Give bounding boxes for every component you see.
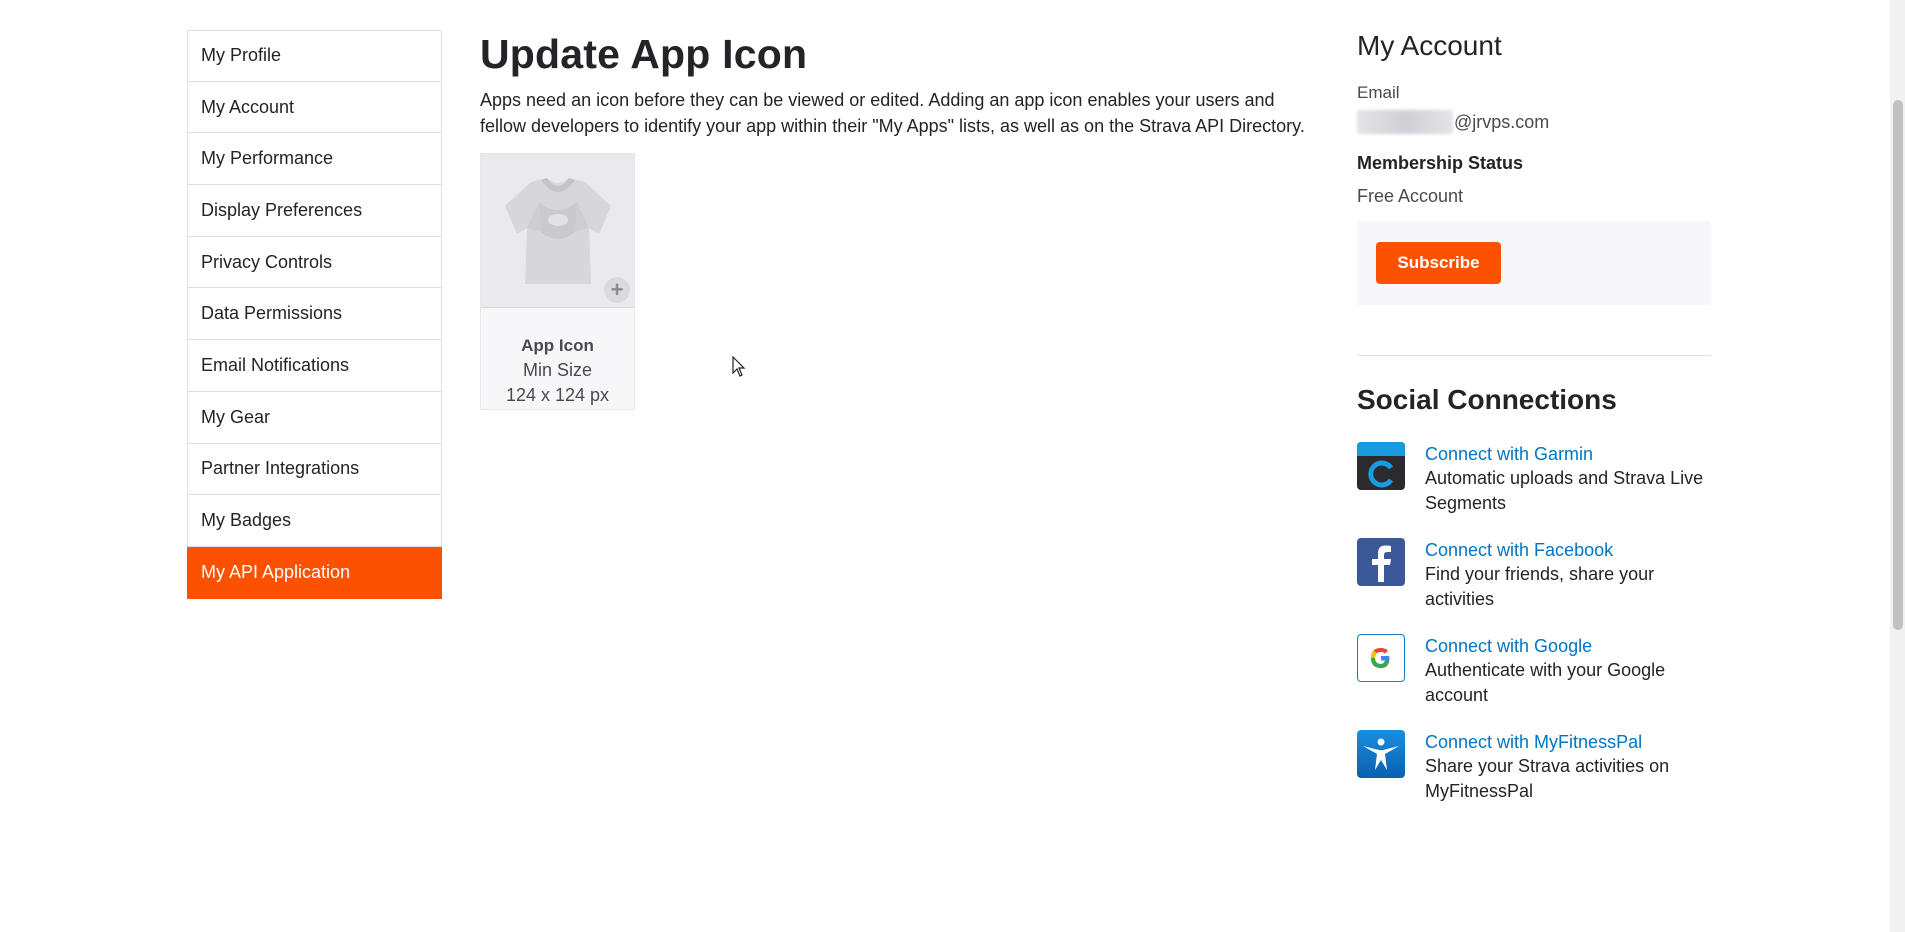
connection-myfitnesspal: Connect with MyFitnessPal Share your Str… <box>1357 730 1711 804</box>
sidebar-item-my-profile[interactable]: My Profile <box>187 30 442 82</box>
my-account-title: My Account <box>1357 30 1502 61</box>
min-size-label: Min Size <box>522 360 593 380</box>
app-icon-upload-card[interactable]: + App Icon Min Size 124 x 124 px <box>480 153 635 410</box>
sidebar-item-email-notifications[interactable]: Email Notifications <box>187 340 442 392</box>
connect-myfitnesspal-link[interactable]: Connect with MyFitnessPal <box>1425 730 1711 754</box>
connection-google: Connect with Google Authenticate with yo… <box>1357 634 1711 708</box>
intro-line-1: Apps need an icon before they can be vie… <box>480 90 1275 110</box>
mouse-cursor-icon <box>732 356 746 377</box>
sidebar-item-my-performance[interactable]: My Performance <box>187 133 442 186</box>
garmin-icon[interactable] <box>1357 442 1405 490</box>
connect-myfitnesspal-desc: Share your Strava activities on MyFitnes… <box>1425 756 1670 801</box>
section-divider <box>1357 355 1711 356</box>
social-connections-title: Social Connections <box>1357 384 1617 415</box>
redacted-email-prefix <box>1357 110 1453 134</box>
subscribe-button[interactable]: Subscribe <box>1376 242 1501 284</box>
email-value: @jrvps.com <box>1357 110 1711 134</box>
connect-google-link[interactable]: Connect with Google <box>1425 634 1711 658</box>
email-domain: @jrvps.com <box>1454 111 1550 132</box>
membership-status-label: Membership Status <box>1357 153 1524 173</box>
connect-google-desc: Authenticate with your Google account <box>1425 660 1666 705</box>
email-label: Email <box>1357 83 1400 102</box>
account-panel: My Account Email @jrvps.com Membership S… <box>1357 26 1711 804</box>
min-size-value: 124 x 124 px <box>505 385 610 405</box>
connect-garmin-link[interactable]: Connect with Garmin <box>1425 442 1711 466</box>
app-icon-preview[interactable]: + <box>481 154 634 308</box>
google-icon[interactable] <box>1357 634 1405 682</box>
connection-garmin: Connect with Garmin Automatic uploads an… <box>1357 442 1711 516</box>
sidebar-item-my-badges[interactable]: My Badges <box>187 495 442 547</box>
intro-text: Apps need an icon before they can be vie… <box>480 88 1315 139</box>
app-icon-caption: App Icon Min Size 124 x 124 px <box>481 308 634 408</box>
add-icon[interactable]: + <box>604 277 630 303</box>
jersey-placeholder-icon <box>504 177 611 284</box>
connect-facebook-link[interactable]: Connect with Facebook <box>1425 538 1711 562</box>
sidebar-item-partner-integrations[interactable]: Partner Integrations <box>187 443 442 496</box>
sidebar-item-my-api-application[interactable]: My API Application <box>187 546 442 599</box>
main-content: Update App Icon Apps need an icon before… <box>480 28 1315 410</box>
page-title: Update App Icon <box>480 31 808 77</box>
connect-garmin-desc: Automatic uploads and Strava Live Segmen… <box>1425 468 1704 513</box>
facebook-icon[interactable] <box>1357 538 1405 586</box>
settings-sidebar: My Profile My Account My Performance Dis… <box>187 30 442 599</box>
sidebar-item-data-permissions[interactable]: Data Permissions <box>187 288 442 341</box>
sidebar-item-my-gear[interactable]: My Gear <box>187 391 442 444</box>
subscribe-box: Subscribe <box>1357 221 1711 305</box>
intro-line-2: fellow developers to identify your app w… <box>480 115 1305 136</box>
app-icon-label: App Icon <box>521 336 594 355</box>
connect-facebook-desc: Find your friends, share your activities <box>1425 564 1655 609</box>
myfitnesspal-icon[interactable] <box>1357 730 1405 778</box>
sidebar-item-display-preferences[interactable]: Display Preferences <box>187 185 442 237</box>
page-scrollbar[interactable] <box>1890 0 1905 932</box>
scrollbar-thumb[interactable] <box>1893 100 1903 630</box>
sidebar-item-privacy-controls[interactable]: Privacy Controls <box>187 236 442 289</box>
connection-facebook: Connect with Facebook Find your friends,… <box>1357 538 1711 612</box>
sidebar-item-my-account[interactable]: My Account <box>187 81 442 134</box>
membership-status-value: Free Account <box>1357 186 1464 206</box>
